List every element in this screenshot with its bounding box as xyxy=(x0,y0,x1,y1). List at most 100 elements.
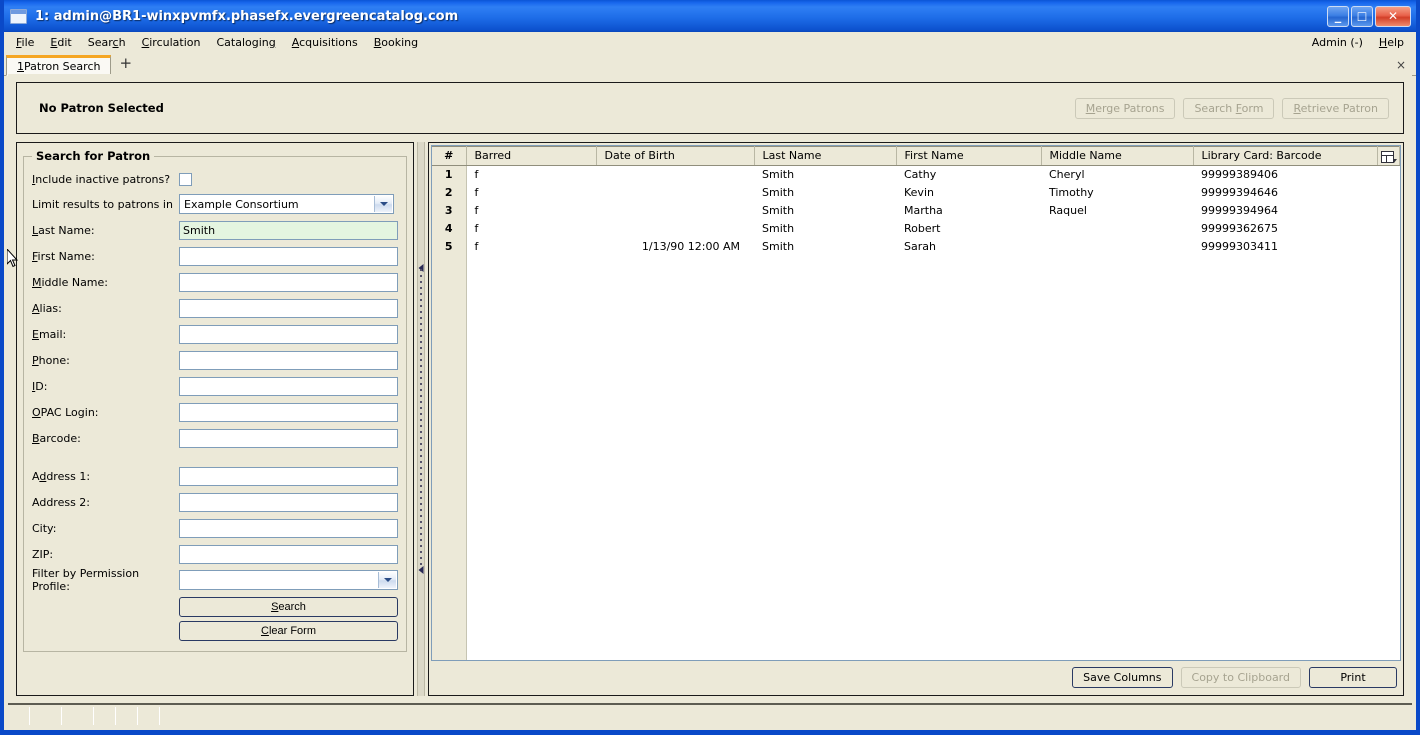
phone-text: hone: xyxy=(38,353,70,367)
middle-name-acc: M xyxy=(32,275,42,289)
include-inactive-row: Include inactive patrons? xyxy=(32,167,398,191)
new-tab-button[interactable]: + xyxy=(111,56,140,73)
retrieve-patron-button[interactable]: Retrieve Patron xyxy=(1282,97,1389,119)
alias-field[interactable] xyxy=(179,298,398,318)
menu-booking[interactable]: Booking xyxy=(366,34,426,51)
email-acc: E xyxy=(32,327,39,341)
results-grid-wrapper: # Barred Date of Birth Last Name First N… xyxy=(431,145,1401,661)
menu-acquisitions-acc: A xyxy=(291,35,300,49)
clear-form-acc: C xyxy=(260,625,269,637)
menu-search[interactable]: Search xyxy=(80,34,134,51)
menu-file[interactable]: File xyxy=(8,34,42,51)
zip-row: ZIP: xyxy=(32,541,398,567)
include-inactive-checkbox[interactable] xyxy=(179,172,192,186)
table-row[interactable]: 5 f 1/13/90 12:00 AM Smith Sarah 9999930… xyxy=(432,237,1400,256)
splitter-bar[interactable] xyxy=(417,142,425,696)
panel-splitter[interactable] xyxy=(414,142,428,696)
cell-last-name: Smith xyxy=(762,204,795,217)
maximize-button[interactable]: □ xyxy=(1351,5,1373,27)
column-picker-button[interactable] xyxy=(1377,146,1400,166)
column-header-number[interactable]: # xyxy=(432,146,467,166)
splitter-collapse-down-icon[interactable] xyxy=(418,566,424,575)
address-2-label: Address 2: xyxy=(32,495,91,509)
results-table-head: # Barred Date of Birth Last Name First N… xyxy=(432,146,1400,166)
search-for-patron-group: Search for Patron Include inactive patro… xyxy=(23,149,407,652)
search-for-patron-legend: Search for Patron xyxy=(36,149,151,163)
minimize-button[interactable]: _ xyxy=(1327,5,1349,27)
menu-help-label: elp xyxy=(1387,35,1404,49)
column-header-date-of-birth[interactable]: Date of Birth xyxy=(596,146,755,166)
close-button[interactable]: ✕ xyxy=(1375,5,1411,27)
middle-name-text: iddle Name: xyxy=(41,275,109,289)
city-field[interactable] xyxy=(179,518,398,538)
clear-form-button[interactable]: Clear Form xyxy=(179,621,398,641)
email-label: Email: xyxy=(32,328,179,341)
address-1-field[interactable] xyxy=(179,466,398,486)
merge-patrons-button[interactable]: Merge Patrons xyxy=(1074,97,1176,119)
save-columns-button[interactable]: Save Columns xyxy=(1072,666,1173,688)
splitter-grip[interactable] xyxy=(420,269,422,569)
cell-barcode: 99999394646 xyxy=(1201,186,1278,199)
email-field[interactable] xyxy=(179,324,398,344)
barcode-field[interactable] xyxy=(179,428,398,448)
chevron-down-icon xyxy=(374,196,392,212)
column-header-first-name[interactable]: First Name xyxy=(896,146,1042,166)
table-row[interactable]: 1 f Smith Cathy Cheryl 99999389406 xyxy=(432,165,1400,184)
row-number: 4 xyxy=(432,219,467,238)
menu-admin[interactable]: Admin (-) xyxy=(1304,34,1371,51)
close-tab-button[interactable]: × xyxy=(1396,58,1406,72)
id-field[interactable] xyxy=(179,376,398,396)
column-header-middle-name[interactable]: Middle Name xyxy=(1041,146,1194,166)
menu-acquisitions[interactable]: Acquisitions xyxy=(284,34,366,51)
cell-last-name: Smith xyxy=(762,240,795,253)
phone-field[interactable] xyxy=(179,350,398,370)
column-header-barred[interactable]: Barred xyxy=(466,146,597,166)
tab-patron-search[interactable]: 1 Patron Search xyxy=(6,55,112,76)
limit-results-select[interactable]: Example Consortium xyxy=(179,194,394,214)
cell-last-name: Smith xyxy=(762,222,795,235)
alias-text: lias: xyxy=(39,301,62,315)
last-name-field[interactable] xyxy=(179,220,398,240)
permission-profile-select[interactable] xyxy=(179,570,398,590)
limit-results-label: Limit results to patrons in xyxy=(32,197,173,211)
first-name-field[interactable] xyxy=(179,246,398,266)
content-area: No Patron Selected Merge Patrons Search … xyxy=(8,74,1412,700)
menu-help[interactable]: Help xyxy=(1371,34,1412,51)
status-bar xyxy=(8,703,1412,725)
id-row: ID: xyxy=(32,373,398,399)
column-header-library-card-barcode[interactable]: Library Card: Barcode xyxy=(1193,146,1378,166)
menu-circulation[interactable]: Circulation xyxy=(134,34,209,51)
row-number: 5 xyxy=(432,237,467,256)
tab-strip: 1 Patron Search + × xyxy=(4,53,1416,76)
copy-to-clipboard-button[interactable]: Copy to Clipboard xyxy=(1180,666,1301,688)
opac-login-field[interactable] xyxy=(179,402,398,422)
application-window: 1: admin@BR1-winxpvmfx.phasefx.evergreen… xyxy=(0,0,1420,735)
zip-field[interactable] xyxy=(179,544,398,564)
results-footer: Save Columns Copy to Clipboard Print xyxy=(431,661,1401,693)
column-header-last-name[interactable]: Last Name xyxy=(754,146,897,166)
results-grid-scroll[interactable]: # Barred Date of Birth Last Name First N… xyxy=(432,146,1400,256)
search-button-label: earch xyxy=(278,601,306,613)
search-form-button[interactable]: Search Form xyxy=(1183,97,1275,119)
id-label: ID: xyxy=(32,380,179,393)
results-table-body: 1 f Smith Cathy Cheryl 99999389406 2 f S… xyxy=(432,165,1400,256)
table-row[interactable]: 3 f Smith Martha Raquel 99999394964 xyxy=(432,201,1400,220)
maximize-icon: □ xyxy=(1356,9,1368,23)
cell-first-name: Martha xyxy=(904,204,943,217)
close-icon: ✕ xyxy=(1387,9,1399,23)
cell-date-of-birth xyxy=(596,166,754,184)
alias-row: Alias: xyxy=(32,295,398,321)
retrieve-patron-acc: R xyxy=(1293,101,1301,115)
menu-edit[interactable]: Edit xyxy=(42,34,79,51)
alias-acc: A xyxy=(32,301,40,315)
middle-name-field[interactable] xyxy=(179,272,398,292)
menu-cataloging[interactable]: Cataloging xyxy=(208,34,283,51)
print-button[interactable]: Print xyxy=(1309,666,1397,688)
table-row[interactable]: 4 f Smith Robert 99999362675 xyxy=(432,219,1400,238)
address-2-field[interactable] xyxy=(179,492,398,512)
search-button[interactable]: Search xyxy=(179,597,398,617)
phone-row: Phone: xyxy=(32,347,398,373)
id-text: D: xyxy=(35,379,48,393)
column-picker-icon xyxy=(1380,150,1394,163)
table-row[interactable]: 2 f Smith Kevin Timothy 99999394646 xyxy=(432,183,1400,202)
